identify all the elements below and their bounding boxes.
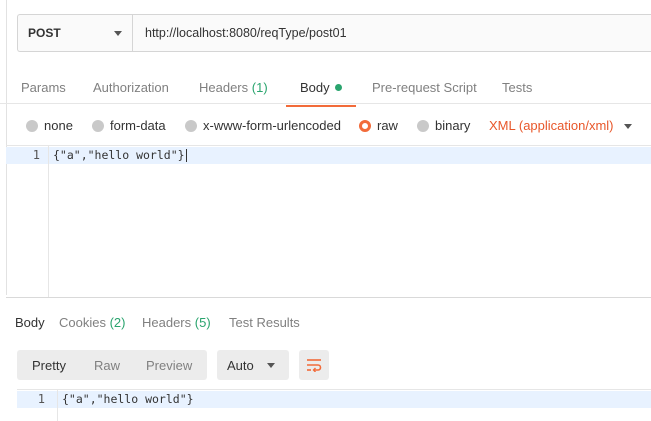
headers-count: (5) xyxy=(194,315,211,330)
format-dropdown[interactable]: Auto xyxy=(217,350,289,380)
view-mode-segmented-control: Pretty Raw Preview xyxy=(17,350,207,380)
text-cursor xyxy=(185,149,187,162)
response-tabs: Body Cookies (2) Headers (5) Test Result… xyxy=(0,297,651,337)
response-tab-test-results[interactable]: Test Results xyxy=(229,315,300,330)
response-tab-body[interactable]: Body xyxy=(15,315,45,330)
tab-label: Pre-request Script xyxy=(372,80,477,95)
tab-label: Cookies xyxy=(59,315,106,330)
radio-label: binary xyxy=(435,118,471,133)
tab-label: Body xyxy=(300,80,330,95)
content-type-dropdown[interactable]: XML (application/xml) xyxy=(489,118,614,133)
tab-body[interactable]: Body xyxy=(286,80,356,107)
radio-icon xyxy=(417,119,429,132)
method-dropdown[interactable]: POST xyxy=(18,15,133,51)
tab-label: Headers xyxy=(199,80,249,95)
url-input[interactable] xyxy=(133,15,651,51)
format-label: Auto xyxy=(227,357,254,373)
chevron-down-icon[interactable] xyxy=(624,124,632,129)
body-indicator-dot xyxy=(334,84,342,92)
mode-preview-button[interactable]: Preview xyxy=(120,358,192,373)
response-toolbar: Pretty Raw Preview Auto xyxy=(0,350,651,380)
wrap-lines-button[interactable] xyxy=(299,350,329,380)
radio-raw[interactable]: raw xyxy=(359,118,398,133)
radio-icon xyxy=(185,119,197,132)
response-body-viewer[interactable]: 1 {"a","hello world"} xyxy=(17,389,651,421)
request-tabs: Params Authorization Headers (1) Body Pr… xyxy=(0,70,651,107)
wrap-lines-icon xyxy=(307,359,322,372)
code-text: {"a","hello world"} xyxy=(53,148,185,162)
tab-authorization[interactable]: Authorization xyxy=(93,80,169,95)
radio-binary[interactable]: binary xyxy=(417,118,470,133)
body-type-options: none form-data x-www-form-urlencoded raw… xyxy=(0,118,651,136)
line-number: 1 xyxy=(37,392,45,406)
line-gutter xyxy=(6,146,49,297)
chevron-down-icon xyxy=(267,363,275,368)
tab-tests[interactable]: Tests xyxy=(502,80,532,95)
radio-selected-icon xyxy=(359,119,371,132)
mode-raw-button[interactable]: Raw xyxy=(66,358,120,373)
radio-form-data[interactable]: form-data xyxy=(92,118,166,133)
method-label: POST xyxy=(28,26,61,40)
radio-label: none xyxy=(44,118,73,133)
radio-label: form-data xyxy=(110,118,166,133)
cookies-count: (2) xyxy=(109,315,126,330)
tab-label: Headers xyxy=(142,315,192,330)
radio-label: raw xyxy=(377,118,398,133)
tab-label: Params xyxy=(21,80,66,95)
radio-x-www-form-urlencoded[interactable]: x-www-form-urlencoded xyxy=(185,118,341,133)
radio-none[interactable]: none xyxy=(26,118,73,133)
code-text: {"a","hello world"} xyxy=(62,392,194,406)
radio-icon xyxy=(92,119,104,132)
radio-icon xyxy=(26,119,38,132)
code-line: {"a","hello world"} xyxy=(53,148,187,162)
request-url-bar: POST xyxy=(17,14,651,52)
request-body-editor[interactable]: 1 {"a","hello world"} xyxy=(6,145,651,298)
tab-label: Test Results xyxy=(229,315,300,330)
tab-label: Body xyxy=(15,315,45,330)
chevron-down-icon xyxy=(114,30,122,36)
tab-pre-request-script[interactable]: Pre-request Script xyxy=(372,80,477,95)
tab-label: Authorization xyxy=(93,80,169,95)
radio-label: x-www-form-urlencoded xyxy=(203,118,341,133)
mode-pretty-button[interactable]: Pretty xyxy=(17,358,66,373)
tab-headers[interactable]: Headers (1) xyxy=(199,80,268,95)
line-number: 1 xyxy=(32,148,40,162)
response-tab-cookies[interactable]: Cookies (2) xyxy=(59,315,125,330)
tab-params[interactable]: Params xyxy=(21,80,66,95)
response-tab-headers[interactable]: Headers (5) xyxy=(142,315,211,330)
headers-count: (1) xyxy=(251,80,268,95)
tab-label: Tests xyxy=(502,80,533,95)
